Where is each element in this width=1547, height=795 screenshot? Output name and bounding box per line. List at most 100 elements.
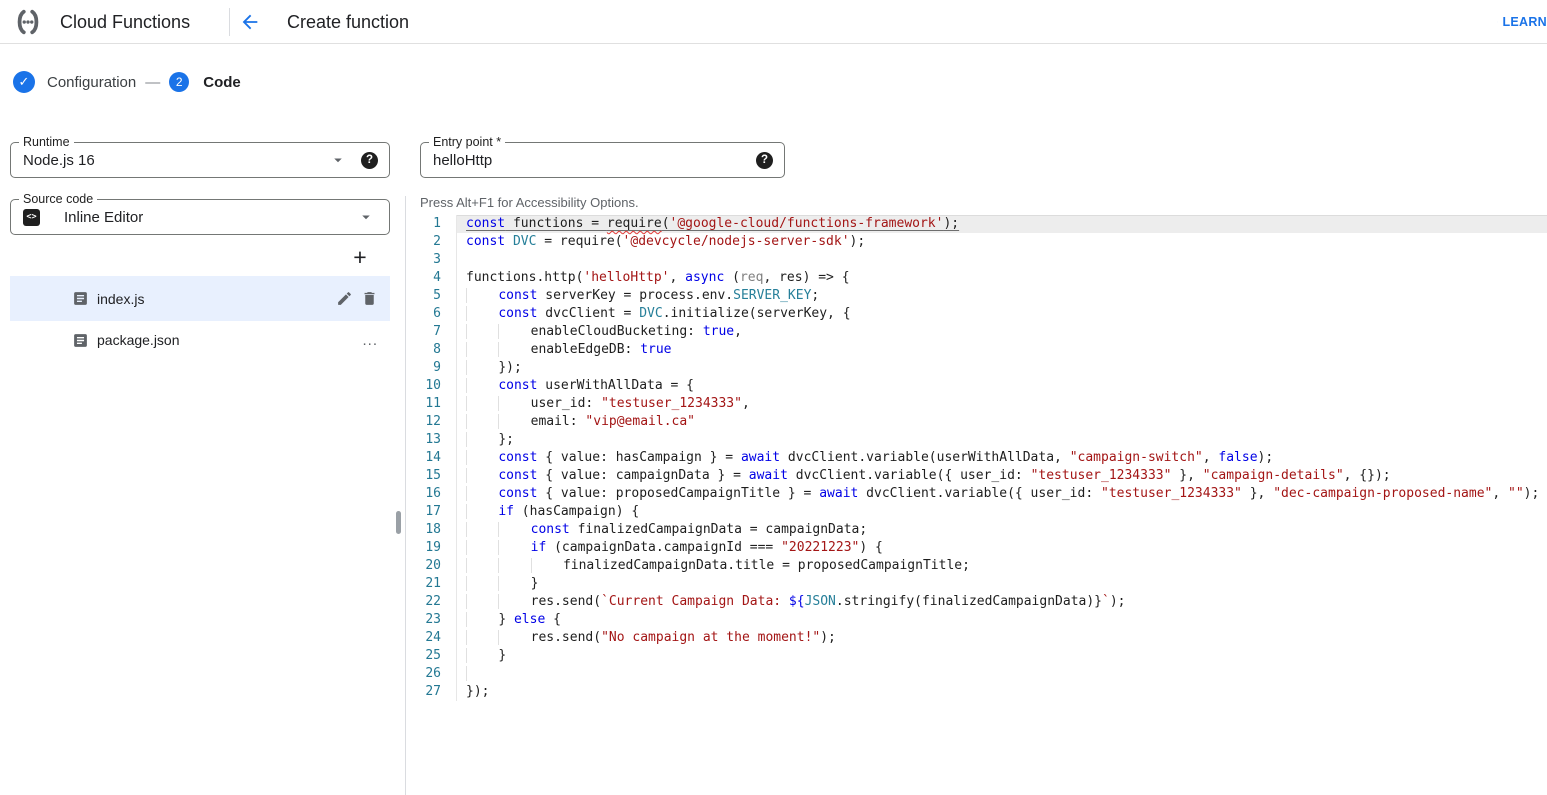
code-line[interactable]: 18 const finalizedCampaignData = campaig… [405, 521, 1547, 539]
code-line[interactable]: 24 res.send("No campaign at the moment!"… [405, 629, 1547, 647]
code-line[interactable]: 27}); [405, 683, 1547, 701]
line-number: 25 [405, 647, 457, 665]
code-line[interactable]: 3 [405, 251, 1547, 269]
line-number: 26 [405, 665, 457, 683]
chevron-down-icon[interactable] [329, 151, 347, 169]
line-number: 15 [405, 467, 457, 485]
line-number: 10 [405, 377, 457, 395]
back-arrow-icon[interactable] [239, 11, 261, 33]
code-text[interactable]: }); [457, 683, 1547, 701]
code-text[interactable]: const { value: campaignData } = await dv… [457, 467, 1547, 485]
code-text[interactable]: const userWithAllData = { [457, 377, 1547, 395]
step-code-number[interactable]: 2 [169, 72, 189, 92]
entry-point-value[interactable]: helloHttp [421, 152, 756, 169]
code-text[interactable]: const { value: hasCampaign } = await dvc… [457, 449, 1547, 467]
code-text[interactable]: enableCloudBucketing: true, [457, 323, 1547, 341]
splitter-drag-handle[interactable] [396, 511, 401, 534]
file-icon [72, 290, 89, 307]
source-code-select[interactable]: Source code <> Inline Editor [10, 199, 390, 235]
edit-icon[interactable] [336, 290, 353, 307]
line-number: 19 [405, 539, 457, 557]
entry-point-field[interactable]: Entry point * helloHttp ? [420, 142, 785, 178]
code-line[interactable]: 17 if (hasCampaign) { [405, 503, 1547, 521]
header-divider [229, 8, 230, 36]
code-text[interactable]: const dvcClient = DVC.initialize(serverK… [457, 305, 1547, 323]
code-line[interactable]: 14 const { value: hasCampaign } = await … [405, 449, 1547, 467]
code-line[interactable]: 19 if (campaignData.campaignId === "2022… [405, 539, 1547, 557]
line-number: 27 [405, 683, 457, 701]
code-text[interactable]: const functions = require('@google-cloud… [457, 215, 1547, 233]
code-line[interactable]: 8 enableEdgeDB: true [405, 341, 1547, 359]
runtime-help-icon[interactable]: ? [361, 152, 378, 169]
product-name: Cloud Functions [60, 0, 190, 44]
code-line[interactable]: 13 }; [405, 431, 1547, 449]
code-text[interactable]: functions.http('helloHttp', async (req, … [457, 269, 1547, 287]
code-text[interactable]: res.send("No campaign at the moment!"); [457, 629, 1547, 647]
code-line[interactable]: 26 [405, 665, 1547, 683]
step-connector: — [145, 74, 160, 91]
code-line[interactable]: 5 const serverKey = process.env.SERVER_K… [405, 287, 1547, 305]
code-line[interactable]: 15 const { value: campaignData } = await… [405, 467, 1547, 485]
check-icon: ✓ [19, 74, 30, 90]
step-configuration-label[interactable]: Configuration [47, 74, 136, 91]
code-text[interactable]: const serverKey = process.env.SERVER_KEY… [457, 287, 1547, 305]
code-line[interactable]: 1const functions = require('@google-clou… [405, 215, 1547, 233]
code-text[interactable] [457, 251, 1547, 269]
learn-link[interactable]: LEARN [1497, 0, 1547, 44]
code-text[interactable]: const DVC = require('@devcycle/nodejs-se… [457, 233, 1547, 251]
code-line[interactable]: 6 const dvcClient = DVC.initialize(serve… [405, 305, 1547, 323]
cloud-functions-logo-icon [13, 7, 43, 37]
line-number: 22 [405, 593, 457, 611]
file-row-index-js[interactable]: index.js [10, 276, 390, 321]
code-text[interactable]: if (campaignData.campaignId === "2022122… [457, 539, 1547, 557]
line-number: 16 [405, 485, 457, 503]
line-number: 9 [405, 359, 457, 377]
delete-icon[interactable] [361, 290, 378, 307]
runtime-value: Node.js 16 [11, 152, 329, 169]
code-text[interactable]: const finalizedCampaignData = campaignDa… [457, 521, 1547, 539]
entry-point-help-icon[interactable]: ? [756, 152, 773, 169]
code-line[interactable]: 9 }); [405, 359, 1547, 377]
line-number: 2 [405, 233, 457, 251]
more-options-icon[interactable]: ... [362, 332, 378, 349]
code-editor[interactable]: 1const functions = require('@google-clou… [405, 215, 1547, 701]
code-line[interactable]: 21 } [405, 575, 1547, 593]
add-file-button[interactable]: + [347, 244, 373, 270]
code-text[interactable]: user_id: "testuser_1234333", [457, 395, 1547, 413]
code-line[interactable]: 23 } else { [405, 611, 1547, 629]
code-line[interactable]: 11 user_id: "testuser_1234333", [405, 395, 1547, 413]
code-line[interactable]: 2const DVC = require('@devcycle/nodejs-s… [405, 233, 1547, 251]
code-line[interactable]: 10 const userWithAllData = { [405, 377, 1547, 395]
line-number: 13 [405, 431, 457, 449]
line-number: 18 [405, 521, 457, 539]
chevron-down-icon[interactable] [357, 208, 375, 226]
code-line[interactable]: 20 finalizedCampaignData.title = propose… [405, 557, 1547, 575]
code-text[interactable]: email: "vip@email.ca" [457, 413, 1547, 431]
code-line[interactable]: 7 enableCloudBucketing: true, [405, 323, 1547, 341]
code-text[interactable]: } [457, 647, 1547, 665]
code-text[interactable]: if (hasCampaign) { [457, 503, 1547, 521]
file-name: package.json [97, 332, 362, 348]
code-line[interactable]: 16 const { value: proposedCampaignTitle … [405, 485, 1547, 503]
line-number: 6 [405, 305, 457, 323]
code-text[interactable]: const { value: proposedCampaignTitle } =… [457, 485, 1547, 503]
code-text[interactable]: res.send(`Current Campaign Data: ${JSON.… [457, 593, 1547, 611]
file-row-package-json[interactable]: package.json ... [10, 321, 390, 359]
line-number: 23 [405, 611, 457, 629]
code-text[interactable]: }); [457, 359, 1547, 377]
code-text[interactable]: enableEdgeDB: true [457, 341, 1547, 359]
code-text[interactable]: }; [457, 431, 1547, 449]
step-configuration-check[interactable]: ✓ [13, 71, 35, 93]
code-text[interactable] [457, 665, 1547, 683]
code-text[interactable]: } [457, 575, 1547, 593]
code-line[interactable]: 22 res.send(`Current Campaign Data: ${JS… [405, 593, 1547, 611]
code-line[interactable]: 4functions.http('helloHttp', async (req,… [405, 269, 1547, 287]
create-function-page: Cloud Functions Create function LEARN ✓ … [0, 0, 1547, 795]
code-text[interactable]: } else { [457, 611, 1547, 629]
line-number: 17 [405, 503, 457, 521]
code-line[interactable]: 12 email: "vip@email.ca" [405, 413, 1547, 431]
file-icon [72, 332, 89, 349]
runtime-select[interactable]: Runtime Node.js 16 ? [10, 142, 390, 178]
code-line[interactable]: 25 } [405, 647, 1547, 665]
code-text[interactable]: finalizedCampaignData.title = proposedCa… [457, 557, 1547, 575]
